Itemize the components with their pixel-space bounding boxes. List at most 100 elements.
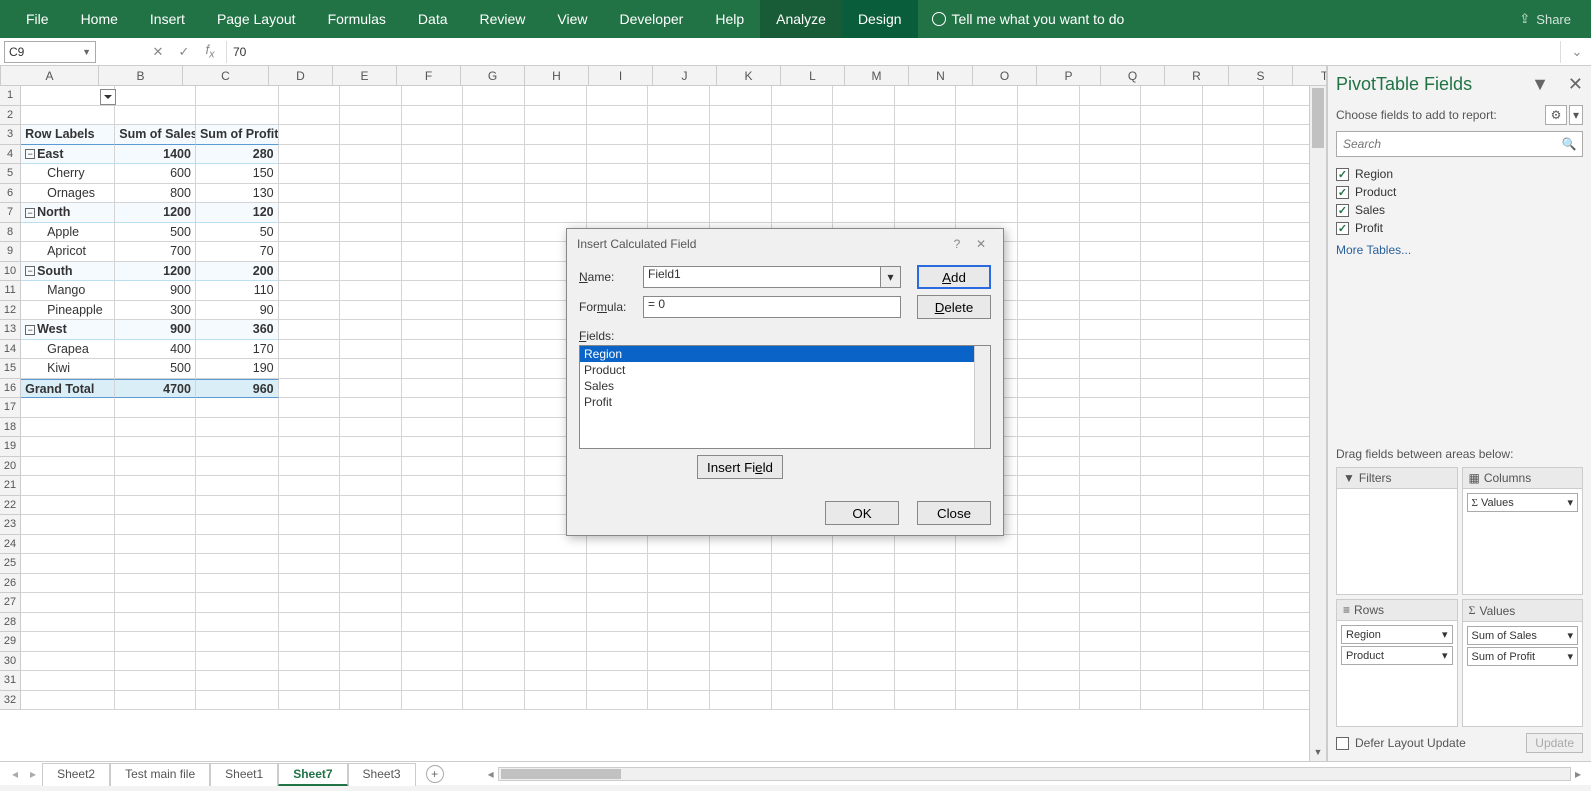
row-header[interactable]: 10 — [0, 262, 21, 282]
field-option-region[interactable]: Region — [580, 346, 990, 362]
cell[interactable] — [1018, 184, 1080, 204]
cell[interactable] — [196, 418, 279, 438]
cell[interactable] — [340, 554, 402, 574]
cell[interactable] — [402, 457, 464, 477]
row-header[interactable]: 11 — [0, 281, 21, 301]
ribbon-tab-view[interactable]: View — [541, 0, 603, 38]
cell[interactable] — [1203, 86, 1265, 106]
column-header[interactable]: J — [653, 66, 717, 85]
cell[interactable] — [587, 593, 649, 613]
cell[interactable] — [1141, 398, 1203, 418]
cell[interactable] — [1141, 340, 1203, 360]
cell[interactable] — [1141, 632, 1203, 652]
pivot-sales-value[interactable]: 1200 — [115, 262, 196, 282]
cell[interactable] — [648, 574, 710, 594]
row-header[interactable]: 14 — [0, 340, 21, 360]
cell[interactable] — [463, 281, 525, 301]
cell[interactable] — [196, 476, 279, 496]
cell[interactable] — [340, 145, 402, 165]
pivot-row-label[interactable]: Apple — [21, 223, 115, 243]
cell[interactable] — [1018, 86, 1080, 106]
pivot-profit-value[interactable]: 360 — [196, 320, 279, 340]
pivot-row-label[interactable]: Grapea — [21, 340, 115, 360]
sheet-tab-test-main-file[interactable]: Test main file — [110, 763, 210, 786]
chevron-down-icon[interactable]: ▾ — [1567, 650, 1573, 663]
field-option-sales[interactable]: Sales — [580, 378, 990, 394]
cell[interactable] — [463, 106, 525, 126]
field-checkbox-sales[interactable]: ✓Sales — [1336, 201, 1583, 219]
cell[interactable] — [1080, 398, 1142, 418]
cell[interactable] — [21, 613, 115, 633]
ribbon-tab-file[interactable]: File — [10, 0, 65, 38]
cell[interactable] — [772, 652, 834, 672]
pivot-sales-value[interactable]: 1400 — [115, 145, 196, 165]
cell[interactable] — [525, 145, 587, 165]
tell-me[interactable]: Tell me what you want to do — [918, 11, 1139, 27]
cell[interactable] — [21, 106, 115, 126]
pivot-sales-header[interactable]: Sum of Sales — [115, 125, 196, 145]
cell[interactable] — [463, 671, 525, 691]
cell[interactable] — [340, 613, 402, 633]
column-header[interactable]: C — [183, 66, 269, 85]
cell[interactable] — [1203, 535, 1265, 555]
cell[interactable] — [1203, 281, 1265, 301]
new-sheet-button[interactable]: + — [426, 765, 444, 783]
cell[interactable] — [525, 574, 587, 594]
cell[interactable] — [115, 398, 196, 418]
cell[interactable] — [833, 184, 895, 204]
cell[interactable] — [463, 593, 525, 613]
cell[interactable] — [1018, 515, 1080, 535]
pivot-row-label[interactable]: Mango — [21, 281, 115, 301]
cell[interactable] — [587, 691, 649, 711]
scroll-down-icon[interactable]: ▼ — [1310, 744, 1326, 761]
pivot-profit-value[interactable]: 170 — [196, 340, 279, 360]
sheet-tab-sheet3[interactable]: Sheet3 — [348, 763, 416, 786]
cell[interactable] — [463, 398, 525, 418]
cell[interactable] — [895, 86, 957, 106]
cell[interactable] — [772, 554, 834, 574]
cell[interactable] — [279, 476, 341, 496]
cell[interactable] — [463, 379, 525, 399]
cell[interactable] — [402, 340, 464, 360]
chevron-down-icon[interactable]: ▾ — [1442, 628, 1448, 641]
enter-icon[interactable]: ✓ — [174, 44, 194, 60]
cell[interactable] — [1080, 515, 1142, 535]
cell[interactable] — [115, 652, 196, 672]
cell[interactable] — [1141, 262, 1203, 282]
cell[interactable] — [710, 554, 772, 574]
ribbon-tab-data[interactable]: Data — [402, 0, 464, 38]
cell[interactable] — [402, 223, 464, 243]
cell[interactable] — [279, 301, 341, 321]
cell[interactable] — [279, 574, 341, 594]
cell[interactable] — [115, 496, 196, 516]
cell[interactable] — [21, 418, 115, 438]
ribbon-tab-home[interactable]: Home — [65, 0, 134, 38]
cell[interactable] — [1203, 340, 1265, 360]
pivot-profit-value[interactable]: 50 — [196, 223, 279, 243]
cell[interactable] — [1080, 223, 1142, 243]
pivot-row-label[interactable]: −North — [21, 203, 115, 223]
name-input[interactable]: Field1 — [643, 266, 881, 288]
cell[interactable] — [895, 145, 957, 165]
cell[interactable] — [525, 613, 587, 633]
cell[interactable] — [279, 125, 341, 145]
cell[interactable] — [956, 125, 1018, 145]
cell[interactable] — [402, 281, 464, 301]
cell[interactable] — [279, 613, 341, 633]
cell[interactable] — [115, 457, 196, 477]
row-header[interactable]: 2 — [0, 106, 21, 126]
row-labels-filter-icon[interactable] — [100, 89, 116, 105]
rows-pill-product[interactable]: Product▾ — [1341, 646, 1453, 665]
cell[interactable] — [1203, 671, 1265, 691]
row-header[interactable]: 6 — [0, 184, 21, 204]
cell[interactable] — [115, 554, 196, 574]
cell[interactable] — [772, 613, 834, 633]
cell[interactable] — [279, 691, 341, 711]
cell[interactable] — [587, 554, 649, 574]
cell[interactable] — [1203, 593, 1265, 613]
pivot-profit-value[interactable]: 280 — [196, 145, 279, 165]
row-header[interactable]: 28 — [0, 613, 21, 633]
column-header[interactable]: L — [781, 66, 845, 85]
cell[interactable] — [1080, 437, 1142, 457]
cell[interactable] — [1203, 203, 1265, 223]
